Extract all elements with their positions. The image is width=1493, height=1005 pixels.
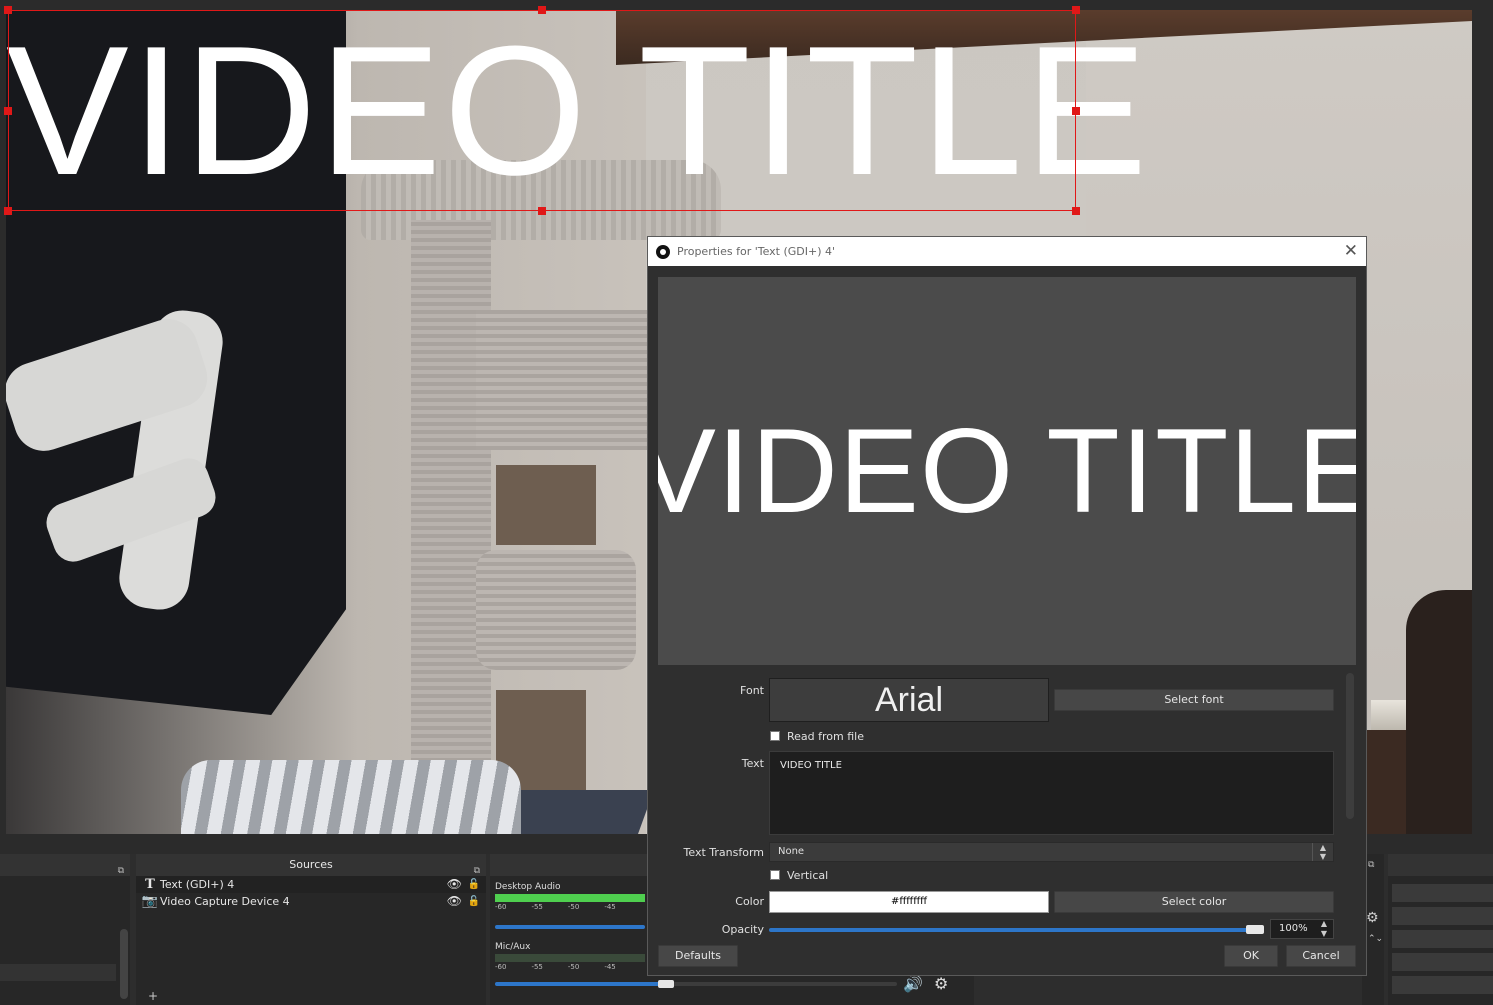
sources-dock: Sources ⧉ T Text (GDI+) 4 👁 🔓 📷 Video Ca… [136,854,486,1005]
scenes-dock-title: ⧉ [0,854,130,876]
source-name: Text (GDI+) 4 [160,878,235,891]
select-font-button[interactable]: Select font [1054,689,1334,711]
controls-dock [1388,854,1493,1005]
cat-tree-shelf [476,310,656,450]
read-from-file-checkbox[interactable] [770,731,780,741]
gear-icon[interactable]: ⚙ [1366,910,1379,926]
scenes-scrollbar[interactable] [120,929,128,999]
defaults-button[interactable]: Defaults [658,945,738,967]
source-item-text[interactable]: T Text (GDI+) 4 👁 🔓 [136,876,486,893]
control-button[interactable] [1392,953,1493,971]
scene-item[interactable] [0,964,116,981]
read-from-file-label: Read from file [787,730,864,743]
source-name: Video Capture Device 4 [160,895,290,908]
controls-dock-title [1388,854,1493,876]
volume-meter [495,894,645,902]
speaker-icon[interactable]: 🔊 [903,974,923,993]
font-label: Font [740,684,764,697]
select-color-button[interactable]: Select color [1054,891,1334,913]
volume-fader-track[interactable] [665,982,897,986]
eye-icon[interactable]: 👁 [447,876,462,893]
dialog-titlebar[interactable]: Properties for 'Text (GDI+) 4' ✕ [648,237,1366,266]
source-preview: VIDEO TITLE [658,277,1356,665]
control-button[interactable] [1392,976,1493,994]
scenes-dock: ⧉ [0,854,130,1005]
vertical-checkbox[interactable] [770,870,780,880]
control-button[interactable] [1392,907,1493,925]
opacity-slider-handle[interactable] [1246,925,1264,934]
close-icon[interactable]: ✕ [1344,241,1358,261]
chair [1406,590,1472,834]
resize-handle-r[interactable] [1072,107,1080,115]
properties-dialog: Properties for 'Text (GDI+) 4' ✕ VIDEO T… [647,236,1367,976]
source-item-video[interactable]: 📷 Video Capture Device 4 👁 🔓 [136,893,486,910]
opacity-slider[interactable] [769,928,1264,932]
cancel-button[interactable]: Cancel [1286,945,1356,967]
ok-button[interactable]: OK [1224,945,1278,967]
lock-icon[interactable]: 🔓 [468,876,480,893]
selection-box[interactable] [4,6,1080,215]
text-transform-label: Text Transform [683,846,764,859]
vertical-label: Vertical [787,869,829,882]
font-display: Arial [769,678,1049,722]
updown-arrows-icon: ▲ ▼ [1312,843,1333,861]
volume-fader[interactable] [495,982,665,986]
opacity-value: 100% [1279,923,1308,934]
volume-meter [495,954,645,962]
control-button[interactable] [1392,884,1493,902]
opacity-spinbox[interactable]: 100% ▲ ▼ [1270,919,1334,939]
float-icon[interactable]: ⧉ [118,860,124,882]
text-label: Text [741,757,764,770]
lock-icon[interactable]: 🔓 [468,893,480,910]
float-icon[interactable]: ⧉ [1368,860,1374,870]
text-input[interactable]: VIDEO TITLE [769,751,1334,835]
resize-handle-tl[interactable] [4,6,12,14]
radiator [181,760,521,834]
preview-text: VIDEO TITLE [658,404,1356,538]
resize-handle-b[interactable] [538,207,546,215]
volume-fader-knob[interactable] [658,980,674,988]
gear-icon[interactable]: ⚙ [934,974,948,993]
resize-handle-tr[interactable] [1072,6,1080,14]
add-source-icon[interactable]: + [148,989,158,1003]
resize-handle-t[interactable] [538,6,546,14]
cat-tree-gap [496,465,596,545]
spin-arrows-icon[interactable]: ⌃⌄ [1368,934,1383,944]
resize-handle-bl[interactable] [4,207,12,215]
eye-icon[interactable]: 👁 [447,893,462,910]
color-label: Color [735,895,764,908]
text-icon: T [145,877,155,892]
opacity-label: Opacity [721,923,764,936]
resize-handle-l[interactable] [4,107,12,115]
sources-title: Sources [289,858,333,871]
properties-scrollbar[interactable] [1346,673,1354,819]
obs-logo-icon [656,244,670,259]
text-transform-select[interactable]: None ▲ ▼ [769,842,1334,862]
volume-fader[interactable] [495,925,645,929]
camera-icon: 📷 [141,894,159,909]
color-swatch: #ffffffff [769,891,1049,913]
cat-tree-shelf [476,550,636,670]
resize-handle-br[interactable] [1072,207,1080,215]
text-transform-value: None [778,846,805,857]
control-button[interactable] [1392,930,1493,948]
dialog-title: Properties for 'Text (GDI+) 4' [677,245,836,258]
updown-arrows-icon[interactable]: ▲ ▼ [1317,919,1331,939]
sources-dock-title: Sources ⧉ [136,854,486,876]
